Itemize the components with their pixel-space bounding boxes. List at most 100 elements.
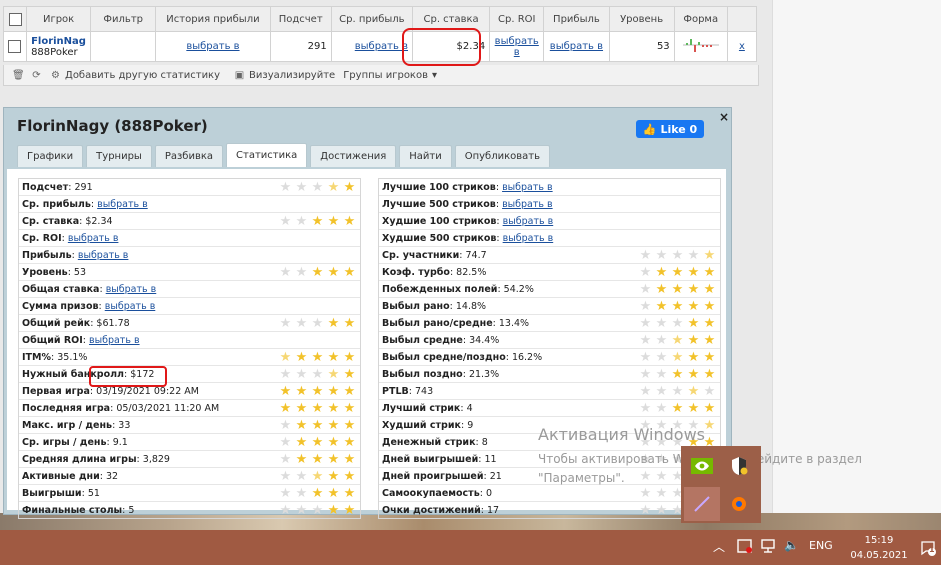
pen-tool-icon[interactable] [684,487,720,521]
stat-row: PTLB: 743 ★ ★ ★ ★ ★ [379,383,720,400]
tab-tournaments[interactable]: Турниры [86,145,152,167]
star-icon: ★ [703,400,716,416]
profit-select-link[interactable]: выбрать в [550,41,603,52]
star-icon: ★ [343,400,356,416]
rating-stars: ★★★★★ [278,368,357,381]
row-checkbox[interactable] [8,40,21,53]
close-icon[interactable]: × [719,110,729,124]
star-icon: ★ [327,349,340,365]
player-name-link[interactable]: FlorinNag [31,36,86,47]
visualize-label: Визуализируйте [249,69,336,81]
star-icon: ★ [655,315,668,331]
screenshot-tool-icon[interactable] [737,538,753,557]
volume-icon[interactable]: 🔈 [784,538,799,552]
stat-label: Ср. ROI [22,232,62,244]
rating-stars: ★★★★★ [638,317,717,330]
column-header[interactable]: Подсчет [269,6,332,32]
clock[interactable]: 15:19 04.05.2021 [848,533,910,563]
avg-roi-select-link[interactable]: выбрать в [495,36,539,58]
stat-select-link[interactable]: выбрать в [502,182,553,193]
filter-cell[interactable] [90,31,157,62]
stat-select-link[interactable]: выбрать в [89,335,140,346]
star-icon: ★ [687,332,700,348]
stat-label: PTLB [382,385,409,397]
star-icon: ★ [703,298,716,314]
select-all-checkbox[interactable] [8,12,22,26]
stat-label: Общий рейк [22,317,91,329]
stat-row: Средняя длина игры: 3,829 ★ ★ ★ ★ ★ [19,451,360,468]
tab-breakdown[interactable]: Разбивка [154,145,224,167]
row-select-cell[interactable] [2,31,28,62]
column-header[interactable]: Прибыль [543,6,610,32]
tab-publish[interactable]: Опубликовать [454,145,551,167]
tab-find[interactable]: Найти [399,145,452,167]
trash-icon[interactable]: 🗑 [12,70,25,81]
star-icon: ★ [639,485,652,501]
star-icon: ★ [279,213,292,229]
star-icon: ★ [295,179,308,195]
stat-select-link[interactable]: выбрать в [68,233,119,244]
stat-select-link[interactable]: выбрать в [502,199,553,210]
facebook-like-button[interactable]: 👍 Like 0 [636,120,704,138]
nvidia-icon[interactable] [684,449,720,483]
column-header[interactable]: Ср. ставка [411,6,491,32]
chevron-up-icon[interactable]: ︿ [713,538,725,555]
star-icon: ★ [295,451,308,467]
stat-value: 3,829 [142,453,170,465]
tab-graphs[interactable]: Графики [17,145,84,167]
star-icon: ★ [655,383,668,399]
avg-stake-cell: $2.34 [411,31,491,62]
column-header[interactable]: Уровень [608,6,675,32]
stat-select-link[interactable]: выбрать в [106,284,157,295]
stat-value: 51 [87,487,100,499]
column-header[interactable]: Фильтр [90,6,157,32]
column-header[interactable]: История прибыли [155,6,271,32]
star-icon: ★ [311,417,324,433]
star-icon: ★ [279,451,292,467]
stat-row: Очки достижений: 17★★★★★ [379,502,720,518]
stat-select-link[interactable]: выбрать в [503,216,554,227]
visualize-button[interactable]: ▣ Визуализируйте [234,70,335,81]
stat-select-link[interactable]: выбрать в [78,250,129,261]
star-icon: ★ [687,298,700,314]
stat-text: Общая ставка: выбрать в [22,283,157,295]
history-select-link[interactable]: выбрать в [186,41,239,52]
star-icon: ★ [327,179,340,195]
player-groups-dropdown[interactable]: Группы игроков ▾ [343,70,437,81]
refresh-icon[interactable]: ⟳ [31,70,42,81]
star-icon: ★ [687,383,700,399]
stat-label: Худшие 100 стриков [382,215,497,227]
stat-row: Побежденных полей: 54.2% ★ ★ ★ ★ ★ [379,281,720,298]
star-icon: ★ [279,468,292,484]
notifications-icon[interactable]: 1 [920,540,936,556]
remove-row-link[interactable]: x [739,41,745,52]
stat-select-link[interactable]: выбрать в [503,233,554,244]
column-header[interactable]: Игрок [26,6,92,32]
stat-label: Выбыл поздно [382,368,463,380]
column-header[interactable]: Ср. ROI [489,6,545,32]
star-icon: ★ [311,400,324,416]
stat-select-link[interactable]: выбрать в [97,199,148,210]
star-icon: ★ [311,315,324,331]
security-shield-icon[interactable] [721,449,757,483]
star-icon: ★ [295,485,308,501]
language-indicator[interactable]: ENG [809,539,833,552]
select-all-cell[interactable] [2,6,28,32]
stat-text: Лучшие 100 стриков: выбрать в [382,181,553,193]
avast-icon[interactable] [721,487,757,521]
network-icon[interactable] [760,538,776,557]
rating-stars: ★★★★★ [278,215,357,228]
column-header[interactable]: Форма [673,6,728,32]
tab-statistics[interactable]: Статистика [226,143,308,167]
stat-row: Активные дни: 32 ★ ★ ★ ★ ★ [19,468,360,485]
stat-row: Лучшие 500 стриков: выбрать в [379,196,720,213]
stat-select-link[interactable]: выбрать в [105,301,156,312]
star-icon: ★ [703,366,716,382]
stat-label: Дней выигрышей [382,453,479,465]
star-icon: ★ [703,264,716,280]
stat-value: 82.5% [456,266,487,278]
tab-achievements[interactable]: Достижения [310,145,397,167]
avg-profit-select-link[interactable]: выбрать в [355,41,408,52]
column-header[interactable]: Ср. прибыль [330,6,413,32]
add-stats-button[interactable]: ⚙ Добавить другую статистику [50,70,220,81]
